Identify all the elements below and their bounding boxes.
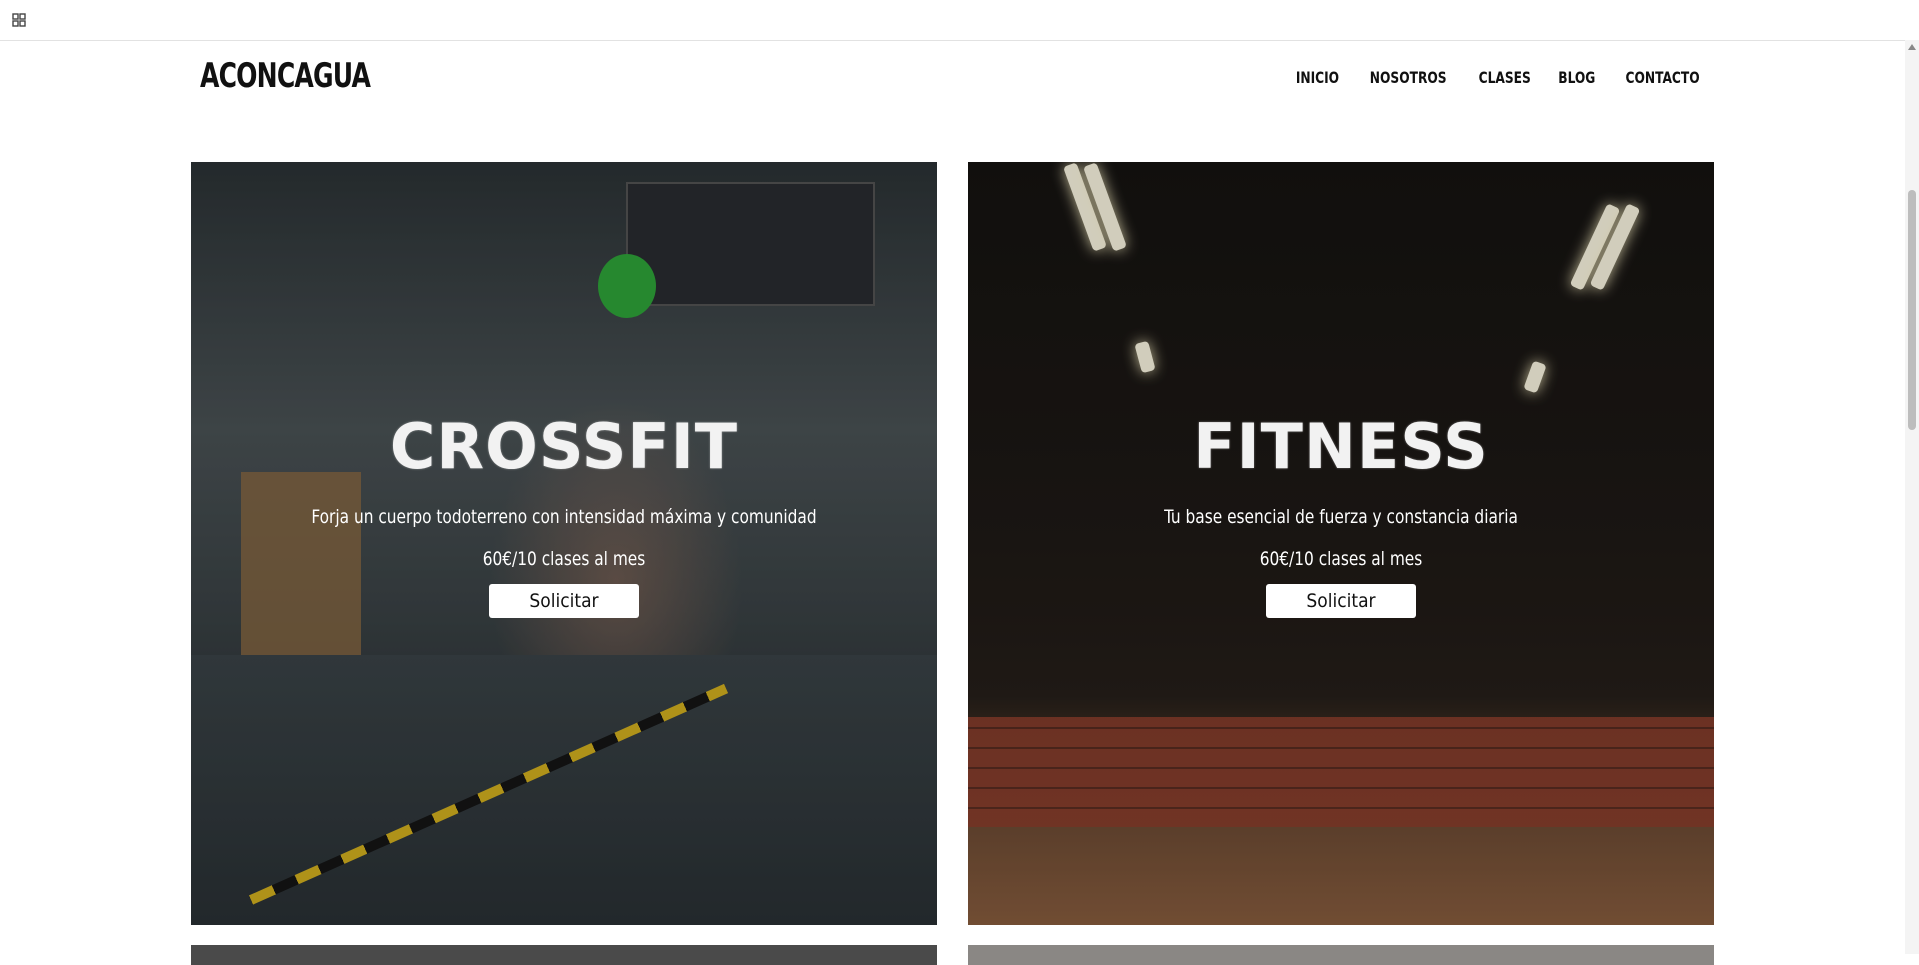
card-description: Tu base esencial de fuerza y constancia … (1164, 506, 1518, 528)
card-title: FITNESS (1193, 410, 1489, 483)
nav-contacto[interactable]: CONTACTO (1625, 68, 1699, 87)
next-card-image (191, 945, 937, 965)
grid-icon[interactable] (12, 13, 26, 27)
scroll-up-icon[interactable] (1908, 44, 1916, 50)
scrollbar-thumb[interactable] (1908, 190, 1916, 430)
class-card-fitness: FITNESS Tu base esencial de fuerza y con… (968, 162, 1714, 925)
site-logo[interactable]: ACONCAGUA (200, 56, 371, 96)
next-card-image (968, 945, 1714, 965)
card-description: Forja un cuerpo todoterreno con intensid… (311, 506, 817, 528)
card-price: 60€/10 clases al mes (482, 548, 646, 570)
nav-inicio[interactable]: INICIO (1296, 68, 1339, 87)
card-title: CROSSFIT (389, 410, 739, 483)
class-card-crossfit: CROSSFIT Forja un cuerpo todoterreno con… (191, 162, 937, 925)
page-scrollbar[interactable] (1905, 40, 1919, 954)
card-price: 60€/10 clases al mes (1259, 548, 1423, 570)
solicitar-button[interactable]: Solicitar (1266, 584, 1416, 618)
nav-nosotros[interactable]: NOSOTROS (1370, 68, 1447, 87)
top-bar (0, 0, 1919, 41)
solicitar-button[interactable]: Solicitar (489, 584, 639, 618)
main-nav: INICIO NOSOTROS CLASES BLOG CONTACTO (1292, 68, 1706, 87)
nav-blog[interactable]: BLOG (1558, 68, 1595, 87)
nav-clases[interactable]: CLASES (1478, 68, 1530, 87)
